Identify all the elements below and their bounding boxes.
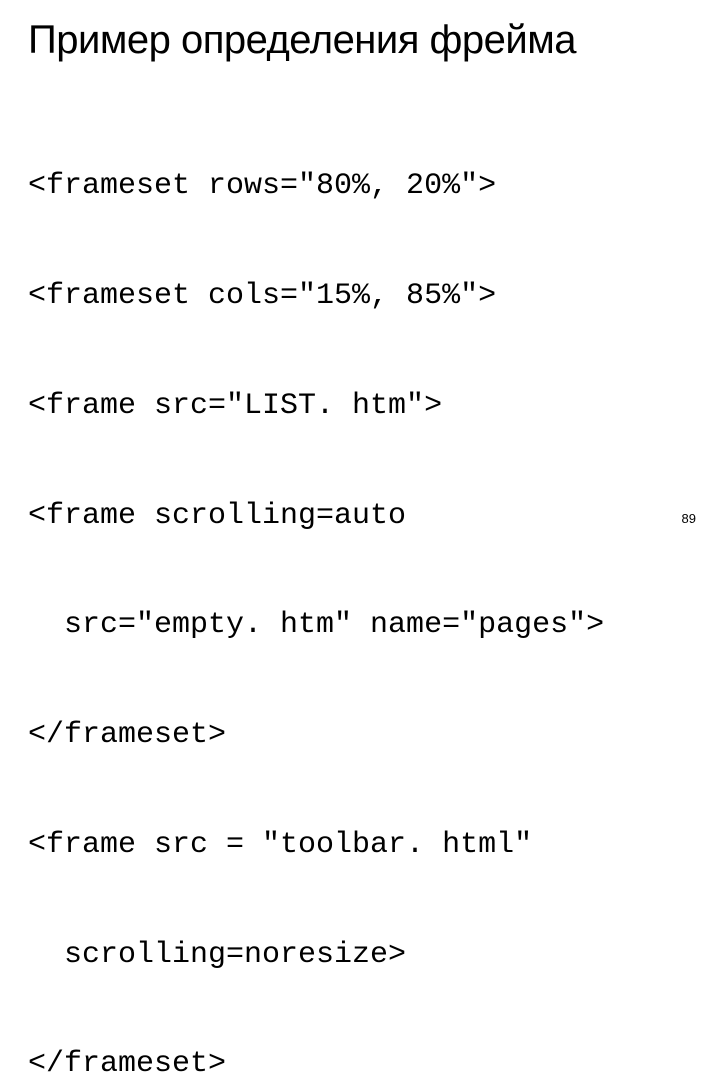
slide: Пример определения фрейма <frameset rows… xyxy=(0,0,720,540)
code-line: <frameset cols="15%, 85%"> xyxy=(28,278,692,315)
code-line: scrolling=noresize> xyxy=(28,937,692,974)
code-line: </frameset> xyxy=(28,717,692,754)
slide-title: Пример определения фрейма xyxy=(28,18,692,63)
code-line: <frame src = "toolbar. html" xyxy=(28,827,692,864)
code-line: src="empty. htm" name="pages"> xyxy=(28,607,692,644)
code-example: <frameset rows="80%, 20%"> <frameset col… xyxy=(28,95,692,1080)
code-line: <frameset rows="80%, 20%"> xyxy=(28,168,692,205)
code-line: <frame src="LIST. htm"> xyxy=(28,388,692,425)
code-line: </frameset> xyxy=(28,1046,692,1080)
page-number: 89 xyxy=(682,511,696,526)
code-line: <frame scrolling=auto xyxy=(28,498,692,535)
